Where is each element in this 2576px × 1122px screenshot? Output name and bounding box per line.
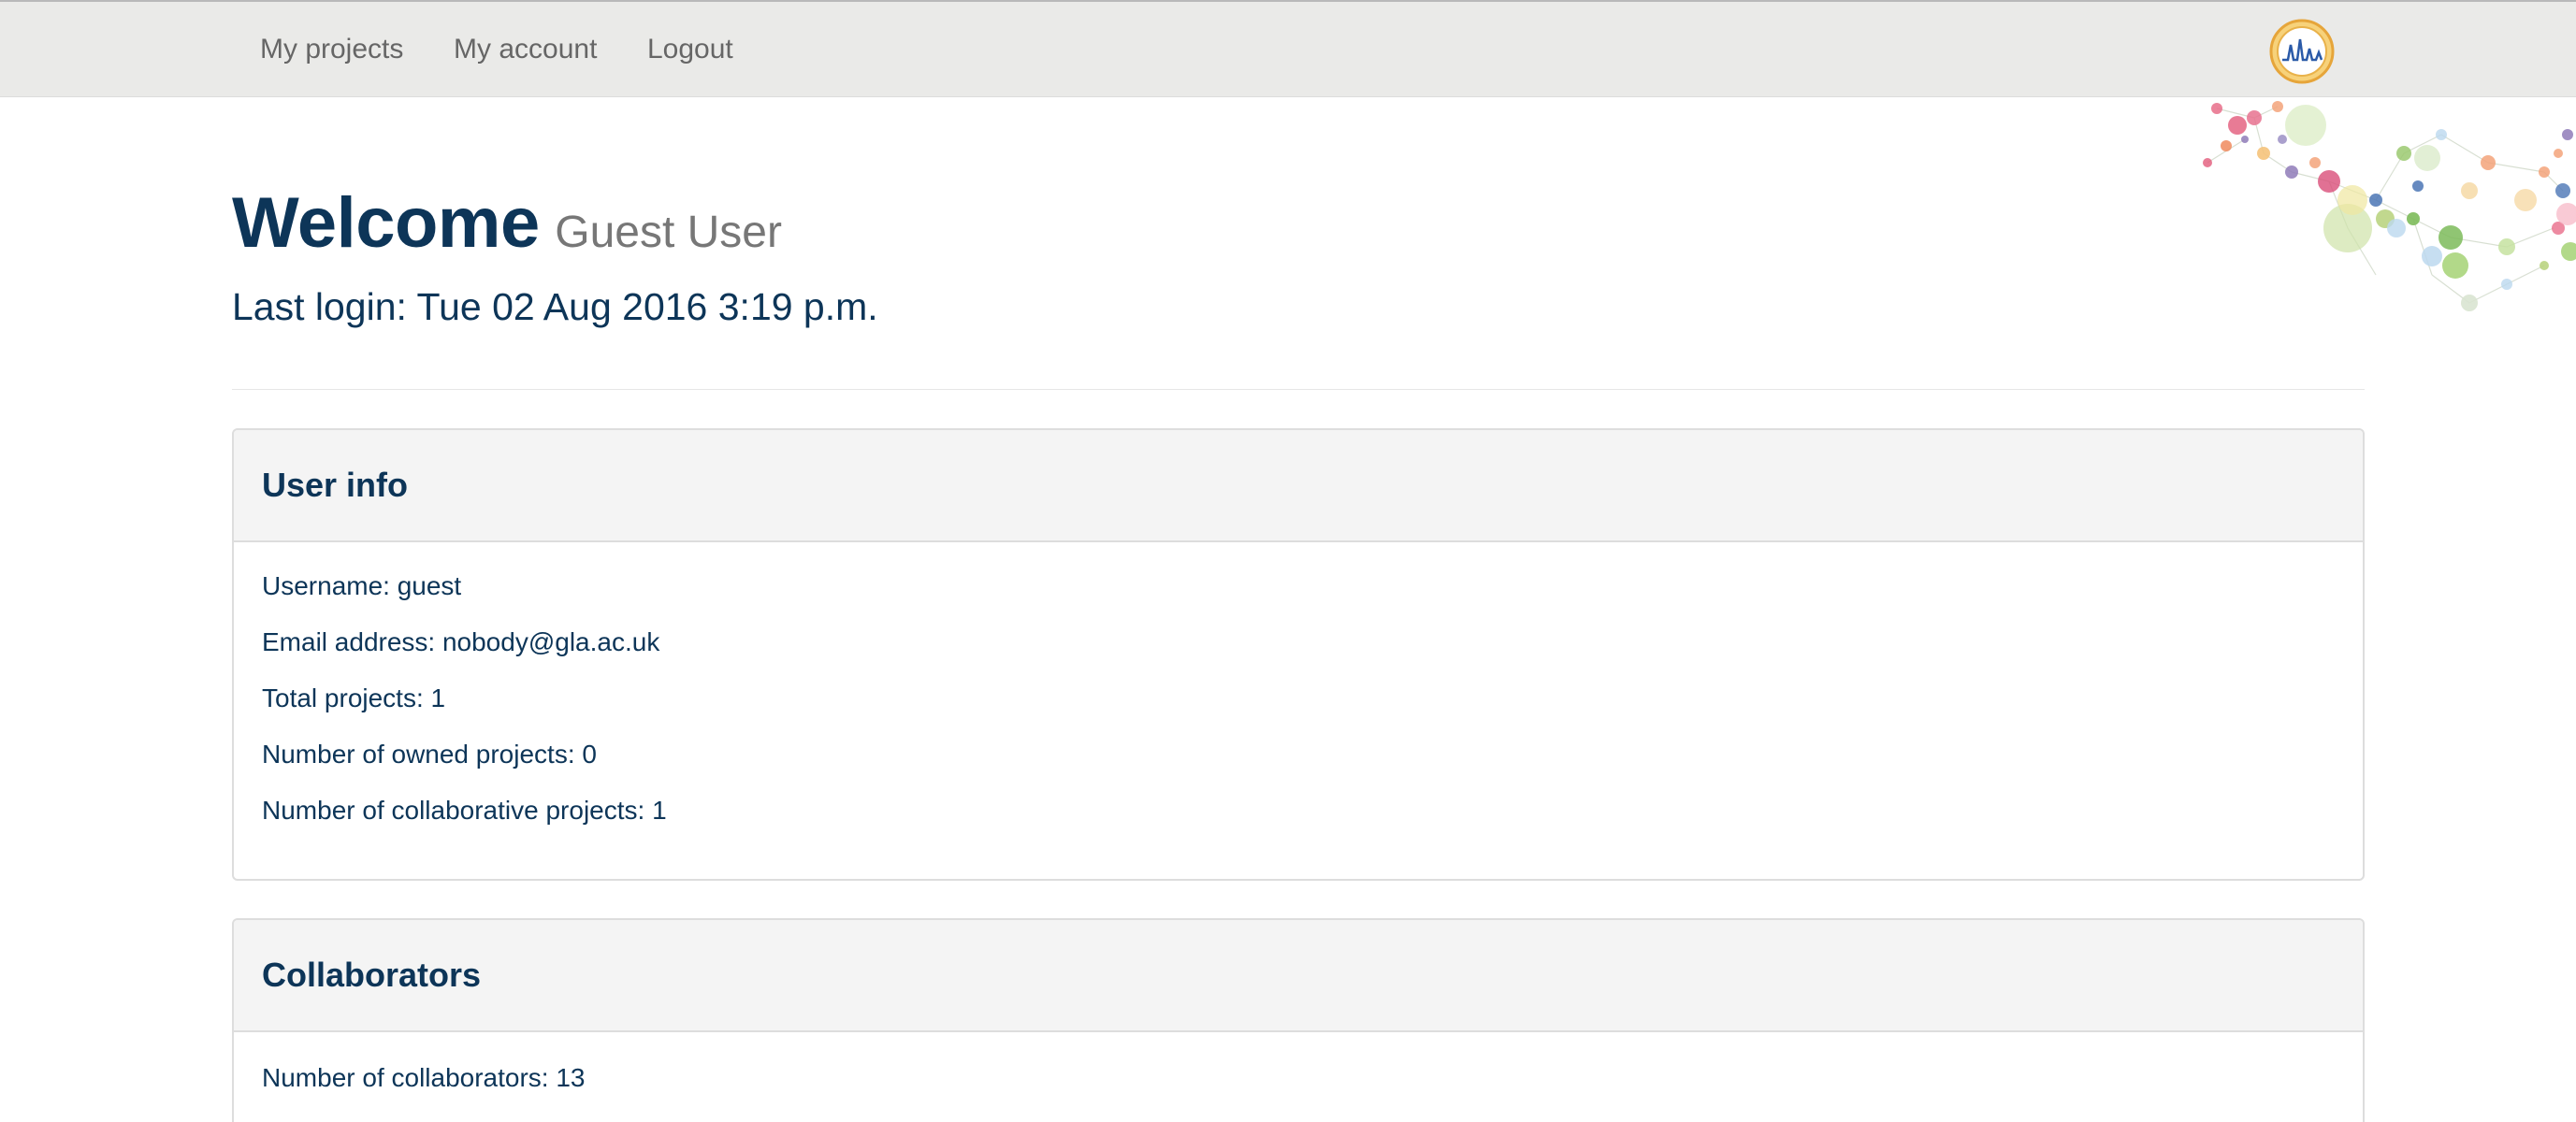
header-divider [232,389,2365,390]
user-info-panel: User info Username: guest Email address:… [232,428,2365,881]
total-projects-row: Total projects: 1 [262,683,2335,739]
user-info-title: User info [262,466,409,504]
collaborative-projects-label: Number of collaborative projects: [262,796,645,825]
collaborators-panel: Collaborators Number of collaborators: 1… [232,918,2365,1122]
last-login-text: Last login: Tue 02 Aug 2016 3:19 p.m. [232,285,878,328]
nav-my-projects[interactable]: My projects [260,34,403,65]
owned-projects-row: Number of owned projects: 0 [262,739,2335,795]
owned-projects-value: 0 [582,740,597,769]
collaborators-count-row: Number of collaborators: 13 [262,1062,2335,1118]
user-info-body: Username: guest Email address: nobody@gl… [234,542,2363,851]
total-projects-label: Total projects: [262,683,424,712]
total-projects-value: 1 [430,683,446,712]
username-label: Username: [262,571,390,600]
welcome-title: Welcome [232,183,540,263]
collaborative-projects-value: 1 [652,796,667,825]
collaborators-body: Number of collaborators: 13 [234,1032,2363,1118]
owned-projects-label: Number of owned projects: [262,740,575,769]
collaborators-panel-header: Collaborators [234,920,2363,1032]
molecule-decoration [2203,101,2576,311]
email-label: Email address: [262,627,436,656]
welcome-heading: Welcome Guest User [232,182,782,264]
email-value: nobody@gla.ac.uk [441,627,660,656]
collaborators-count-value: 13 [556,1063,586,1092]
collaborative-projects-row: Number of collaborative projects: 1 [262,795,2335,851]
email-row: Email address: nobody@gla.ac.uk [262,626,2335,683]
top-navbar: My projects My account Logout [0,0,2576,97]
nav-logout[interactable]: Logout [647,34,733,65]
nav-my-account[interactable]: My account [454,34,597,65]
user-display-name: Guest User [555,208,782,257]
username-row: Username: guest [262,570,2335,626]
username-value: guest [397,571,462,600]
user-info-panel-header: User info [234,430,2363,542]
collaborators-title: Collaborators [262,956,482,994]
collaborators-count-label: Number of collaborators: [262,1063,549,1092]
spectrum-logo-icon[interactable] [2269,19,2335,84]
